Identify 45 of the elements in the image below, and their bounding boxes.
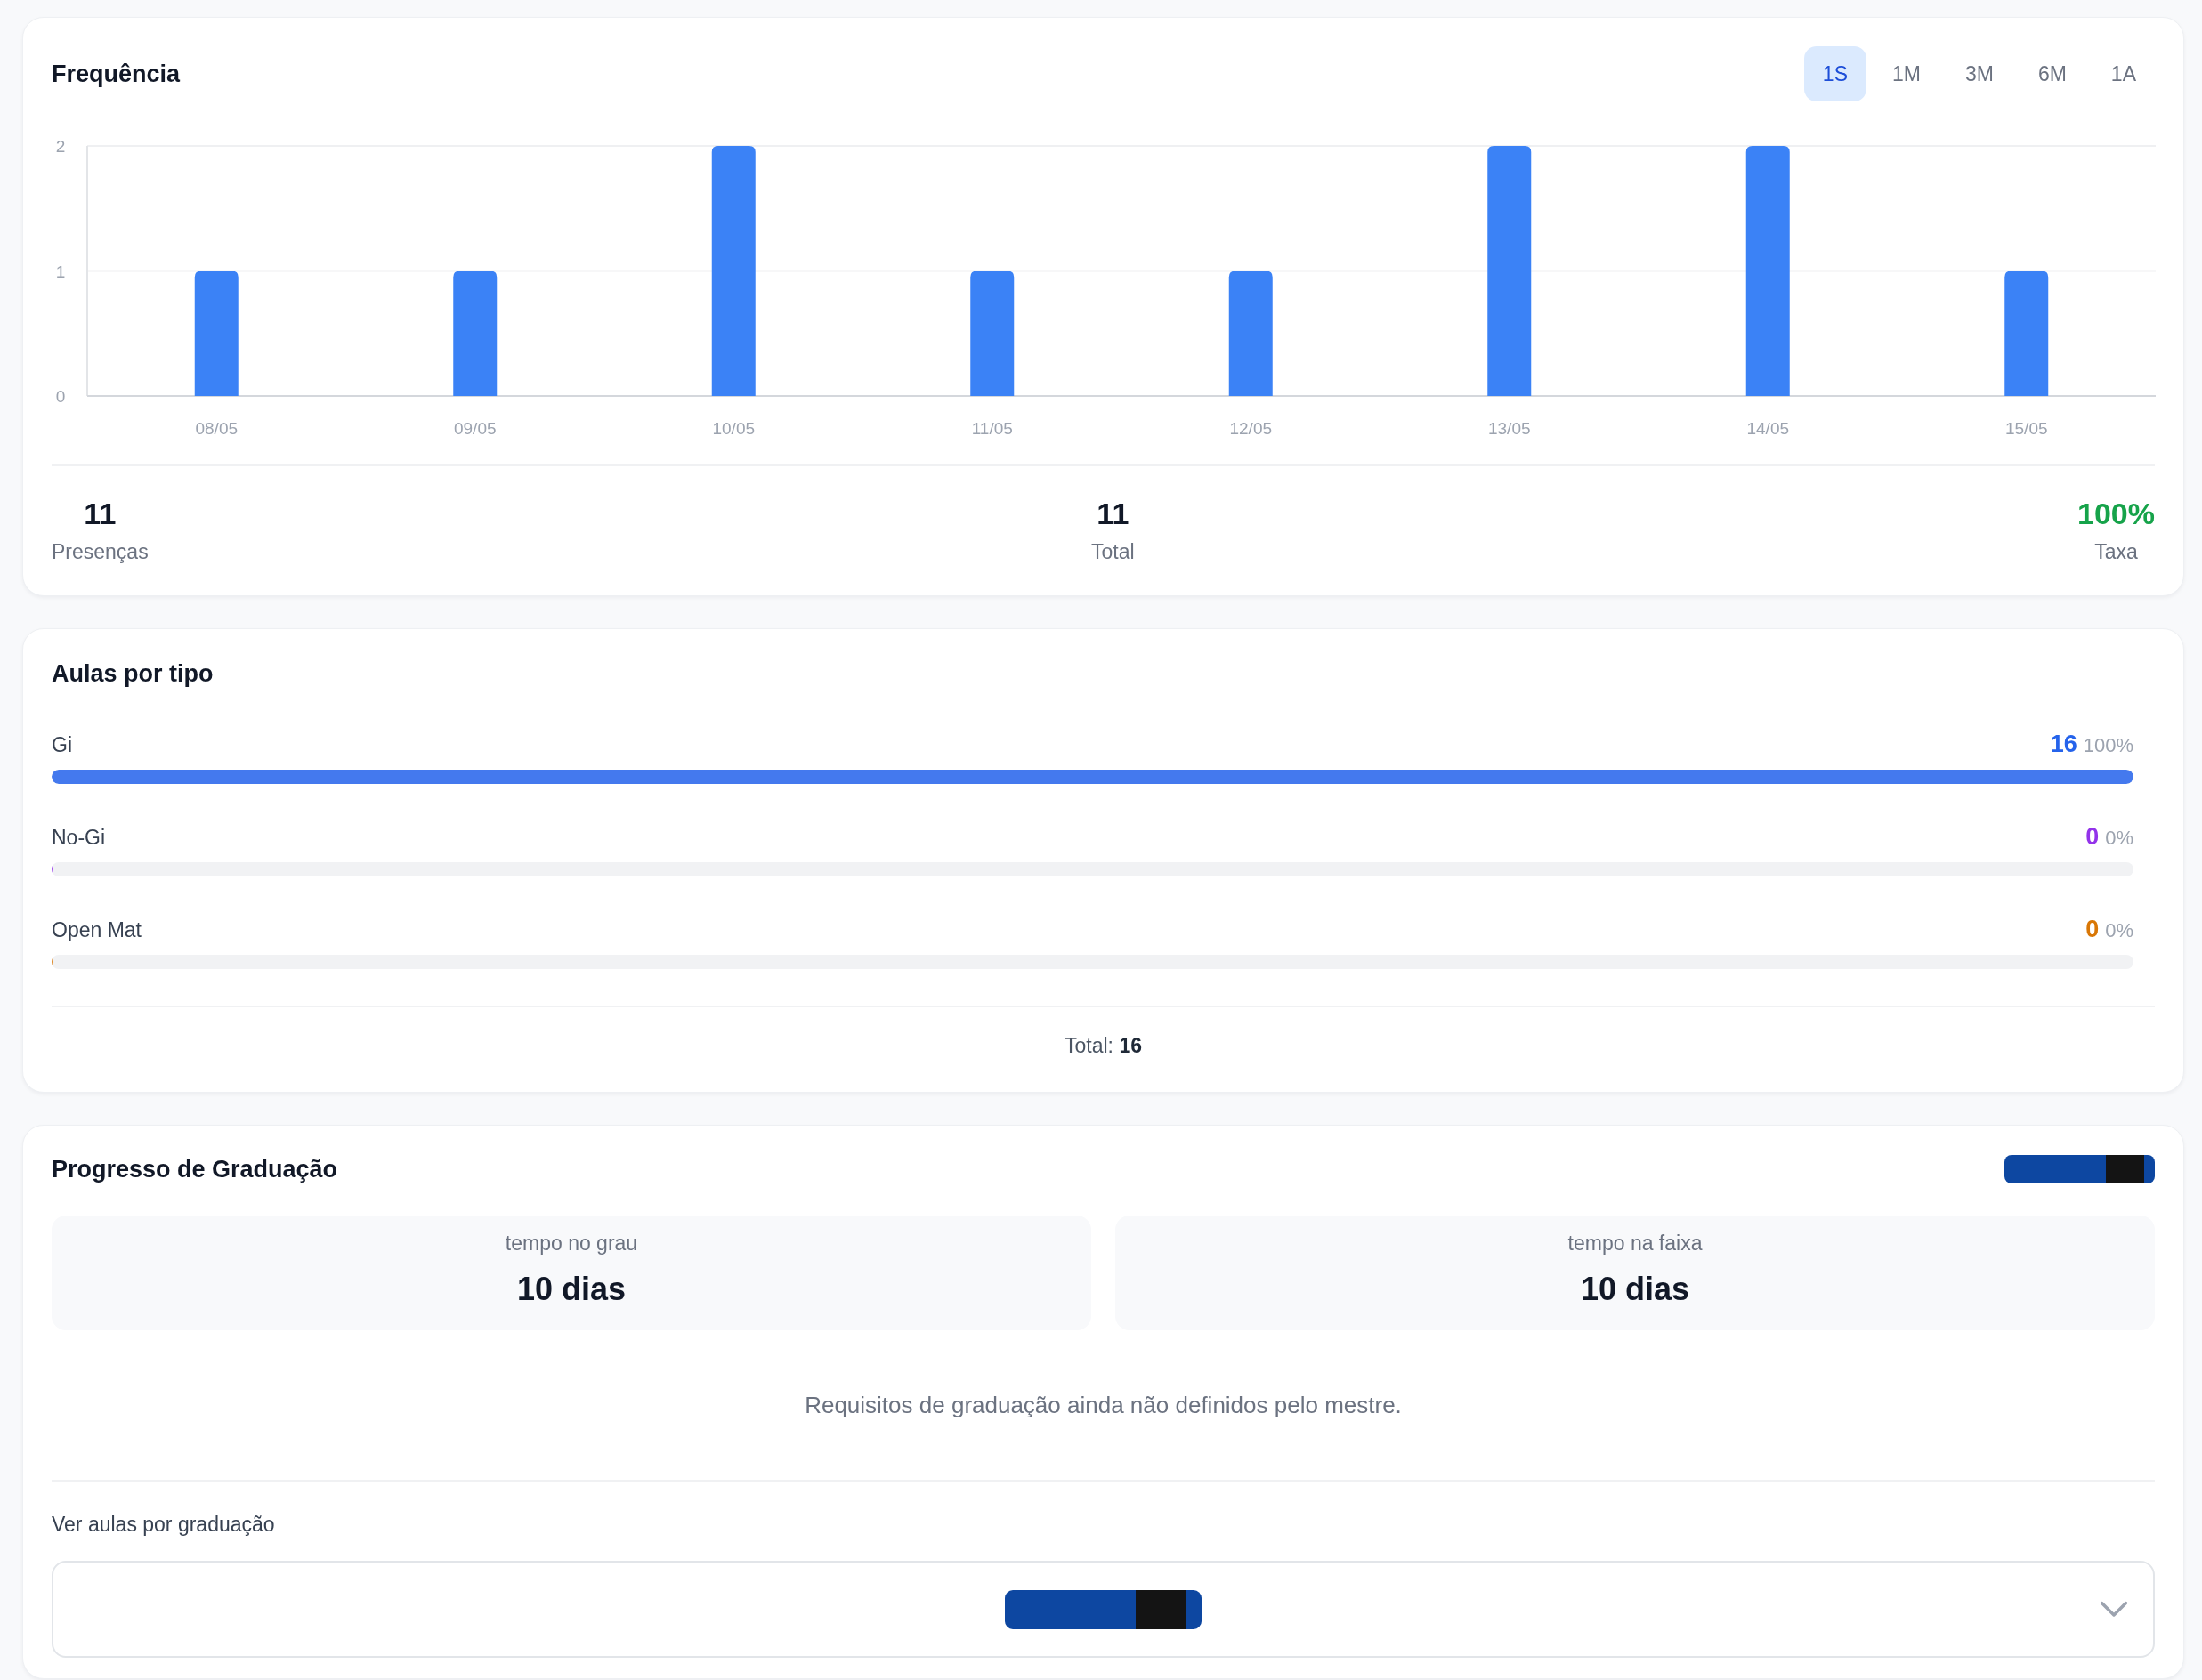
card-title: Progresso de Graduação	[52, 1155, 338, 1184]
period-tab[interactable]: 1S	[1803, 46, 1866, 101]
select-label: Ver aulas por graduação	[52, 1512, 275, 1537]
class-percent: 0%	[2105, 918, 2133, 943]
class-percent: 100%	[2083, 733, 2133, 758]
stat-value: 11	[84, 496, 117, 531]
class-type-label: Open Mat	[52, 917, 142, 943]
duration-label: tempo no grau	[505, 1231, 638, 1256]
chevron-down-icon	[2100, 1601, 2128, 1618]
x-axis-label: 14/05	[1746, 419, 1789, 438]
stat-label: Total	[1091, 539, 1135, 564]
class-count: 0	[2085, 823, 2100, 850]
graduation-select[interactable]	[52, 1561, 2155, 1658]
period-tab[interactable]: 1A	[2092, 46, 2155, 101]
class-type-label: No-Gi	[52, 825, 106, 851]
duration-label: tempo na faixa	[1567, 1231, 1703, 1256]
card-title: Frequência	[52, 60, 181, 89]
belt-icon	[1005, 1589, 1202, 1629]
stat-label: Presenças	[52, 539, 149, 564]
x-axis-label: 11/05	[971, 419, 1013, 438]
x-axis-label: 09/05	[454, 419, 497, 438]
stat-label: Taxa	[2094, 539, 2138, 564]
class-percent: 0%	[2105, 826, 2133, 851]
x-axis-label: 10/05	[712, 419, 755, 438]
duration-value: 10 dias	[516, 1270, 627, 1309]
y-axis-label: 1	[55, 262, 66, 281]
y-axis-label: 2	[55, 137, 66, 156]
duration-value: 10 dias	[1580, 1270, 1690, 1309]
period-tab[interactable]: 1M	[1874, 46, 1939, 101]
class-type-label: Gi	[52, 732, 72, 758]
belt-icon	[2004, 1155, 2155, 1183]
stat-value: 100%	[2077, 496, 2155, 531]
class-count: 16	[2050, 731, 2077, 757]
x-axis-label: 13/05	[1488, 419, 1531, 438]
card-title: Aulas por tipo	[52, 659, 214, 689]
period-tab[interactable]: 3M	[1946, 46, 2012, 101]
class-count: 0	[2085, 916, 2100, 942]
stat-value: 11	[1097, 496, 1129, 531]
period-tab[interactable]: 6M	[2019, 46, 2085, 101]
x-axis-label: 08/05	[195, 419, 238, 438]
y-axis-label: 0	[55, 387, 66, 406]
info-message: Requisitos de graduação ainda não definidos pelo mestre.	[805, 1391, 1402, 1419]
total-count-text: Total: 16	[1065, 1033, 1142, 1058]
x-axis-label: 12/05	[1229, 419, 1272, 438]
x-axis-label: 15/05	[2005, 419, 2048, 438]
